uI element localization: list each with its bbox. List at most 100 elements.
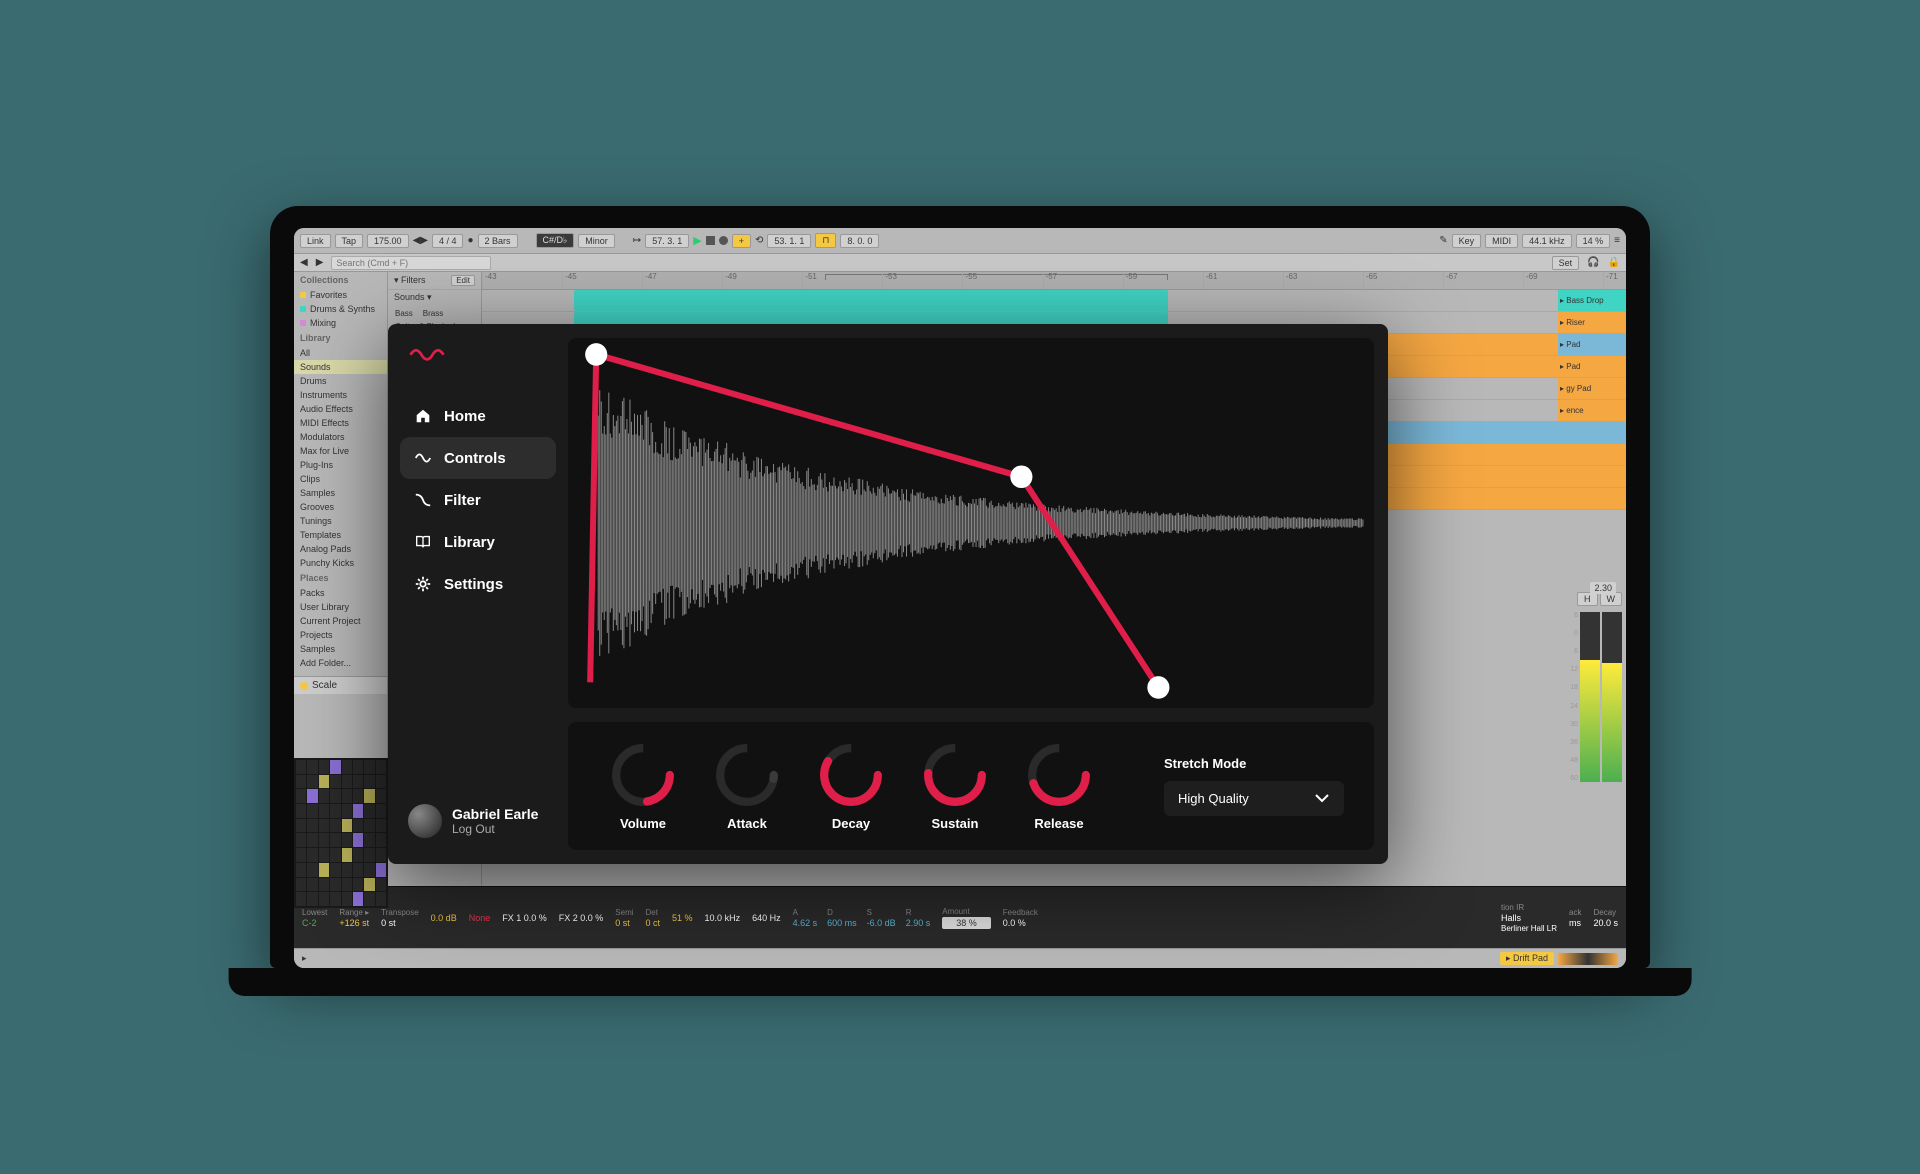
record-button[interactable] <box>719 236 728 245</box>
library-item[interactable]: Grooves <box>294 500 387 514</box>
env-s-val[interactable]: -6.0 dB <box>867 918 896 928</box>
step-cell[interactable] <box>296 892 306 906</box>
library-item[interactable]: Max for Live <box>294 444 387 458</box>
step-cell[interactable] <box>296 848 306 862</box>
nudge-icons[interactable]: ◀▶ <box>413 235 428 246</box>
bars-field[interactable]: 2 Bars <box>478 234 518 248</box>
freq1-val[interactable]: 10.0 kHz <box>705 913 741 923</box>
metronome-icon[interactable]: ● <box>467 235 473 246</box>
knob-sustain[interactable]: Sustain <box>910 742 1000 831</box>
step-cell[interactable] <box>319 775 329 789</box>
track-header[interactable]: ▸ ence <box>1558 400 1626 422</box>
env-a-val[interactable]: 4.62 s <box>793 918 818 928</box>
w-button[interactable]: W <box>1600 592 1623 606</box>
step-cell[interactable] <box>307 833 317 847</box>
key-chip[interactable]: C#/D♭ <box>536 233 575 248</box>
stop-button[interactable] <box>706 236 715 245</box>
avatar[interactable] <box>408 804 442 838</box>
track-header[interactable]: ▸ Bass Drop <box>1558 290 1626 312</box>
library-item[interactable]: Drums <box>294 374 387 388</box>
arrangement-row[interactable] <box>482 290 1626 312</box>
library-item[interactable]: Tunings <box>294 514 387 528</box>
library-item[interactable]: All <box>294 346 387 360</box>
step-cell[interactable] <box>376 833 386 847</box>
drift-pad-chip[interactable]: ▸ Drift Pad <box>1500 952 1554 965</box>
step-cell[interactable] <box>319 819 329 833</box>
headphones-icon[interactable]: 🎧 <box>1587 257 1599 268</box>
step-cell[interactable] <box>342 789 352 803</box>
step-cell[interactable] <box>376 775 386 789</box>
halls-val[interactable]: Halls <box>1501 913 1557 923</box>
step-cell[interactable] <box>353 848 363 862</box>
overdub-button[interactable]: + <box>732 234 751 248</box>
lock-icon[interactable]: 🔒 <box>1608 257 1620 268</box>
step-cell[interactable] <box>342 833 352 847</box>
step-cell[interactable] <box>353 819 363 833</box>
places-item[interactable]: Packs <box>294 586 387 600</box>
set-button[interactable]: Set <box>1552 256 1580 270</box>
link-button[interactable]: Link <box>300 234 331 248</box>
filters-label[interactable]: ▾ Filters <box>394 275 426 286</box>
step-cell[interactable] <box>342 775 352 789</box>
collection-item[interactable]: Favorites <box>294 288 387 302</box>
tap-button[interactable]: Tap <box>335 234 364 248</box>
knob-release[interactable]: Release <box>1014 742 1104 831</box>
env-r-val[interactable]: 2.90 s <box>906 918 931 928</box>
position3[interactable]: 8. 0. 0 <box>840 234 879 248</box>
h-button[interactable]: H <box>1577 592 1598 606</box>
track-header[interactable]: ▸ Pad <box>1558 356 1626 378</box>
transpose-val[interactable]: 0 st <box>381 918 419 928</box>
step-cell[interactable] <box>364 760 374 774</box>
track-header[interactable]: ▸ gy Pad <box>1558 378 1626 400</box>
semi-val[interactable]: 0 st <box>615 918 633 928</box>
places-item[interactable]: Samples <box>294 642 387 656</box>
step-cell[interactable] <box>307 760 317 774</box>
clip[interactable] <box>574 290 1169 311</box>
step-cell[interactable] <box>330 804 340 818</box>
step-cell[interactable] <box>330 863 340 877</box>
step-cell[interactable] <box>307 775 317 789</box>
step-cell[interactable] <box>307 863 317 877</box>
places-item[interactable]: Projects <box>294 628 387 642</box>
library-item[interactable]: MIDI Effects <box>294 416 387 430</box>
step-cell[interactable] <box>353 833 363 847</box>
envelope-handle[interactable] <box>1147 676 1169 699</box>
track-header[interactable]: ▸ Pad <box>1558 334 1626 356</box>
none-val[interactable]: None <box>469 913 491 923</box>
clip-thumbnail[interactable] <box>1558 953 1618 965</box>
step-cell[interactable] <box>330 775 340 789</box>
step-cell[interactable] <box>330 819 340 833</box>
step-cell[interactable] <box>342 863 352 877</box>
step-cell[interactable] <box>307 804 317 818</box>
nav-item-settings[interactable]: Settings <box>400 563 556 605</box>
step-cell[interactable] <box>342 848 352 862</box>
step-cell[interactable] <box>296 804 306 818</box>
back-nav-icon[interactable]: ◀ <box>300 257 308 268</box>
filter-tag[interactable]: Brass <box>419 308 447 319</box>
step-cell[interactable] <box>364 804 374 818</box>
menu-icon[interactable]: ≡ <box>1614 235 1620 246</box>
step-cell[interactable] <box>364 775 374 789</box>
step-cell[interactable] <box>376 760 386 774</box>
step-cell[interactable] <box>296 819 306 833</box>
step-sequencer[interactable] <box>294 758 388 908</box>
step-cell[interactable] <box>364 863 374 877</box>
step-cell[interactable] <box>330 892 340 906</box>
step-cell[interactable] <box>296 760 306 774</box>
step-cell[interactable] <box>330 878 340 892</box>
amount-val[interactable]: 38 % <box>942 917 991 929</box>
step-cell[interactable] <box>307 892 317 906</box>
step-cell[interactable] <box>376 804 386 818</box>
library-item[interactable]: Instruments <box>294 388 387 402</box>
step-cell[interactable] <box>342 878 352 892</box>
waveform-panel[interactable] <box>568 338 1374 708</box>
play-button[interactable]: ▶ <box>693 234 701 247</box>
pencil-icon[interactable]: ✎ <box>1439 235 1447 246</box>
step-cell[interactable] <box>353 804 363 818</box>
step-cell[interactable] <box>307 789 317 803</box>
knob-decay[interactable]: Decay <box>806 742 896 831</box>
library-item[interactable]: Samples <box>294 486 387 500</box>
step-cell[interactable] <box>353 863 363 877</box>
automation-icon[interactable]: ⟲ <box>755 235 763 246</box>
step-cell[interactable] <box>296 789 306 803</box>
